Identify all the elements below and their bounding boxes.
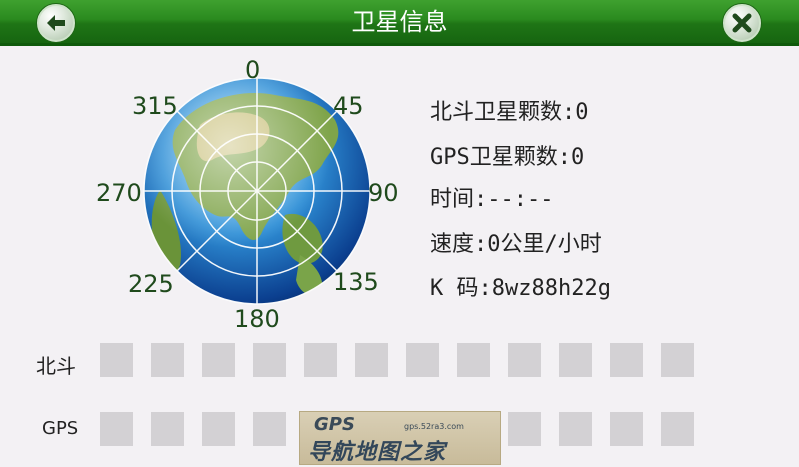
- gps-signal-slot: [100, 412, 133, 446]
- beidou-row-label: 北斗: [36, 354, 76, 378]
- time-readout: 时间:--:--: [430, 187, 554, 212]
- beidou-signal-slot: [406, 343, 439, 377]
- compass-label-135: 135: [333, 268, 379, 296]
- gps-satellite-count: GPS卫星颗数:0: [430, 145, 585, 170]
- gps-signal-slot: [253, 412, 286, 446]
- compass-label-90: 90: [368, 179, 399, 207]
- gps-row-label: GPS: [42, 418, 79, 439]
- gps-signal-slot: [610, 412, 643, 446]
- beidou-signal-slot: [559, 343, 592, 377]
- globe-graphic: [143, 77, 371, 305]
- gps-signal-slot: [559, 412, 592, 446]
- compass-label-0: 0: [245, 56, 261, 84]
- compass-label-270: 270: [96, 179, 142, 207]
- k-code-readout: K 码:8wz88h22g: [430, 276, 611, 301]
- beidou-signal-slot: [151, 343, 184, 377]
- gps-signal-slot: [508, 412, 541, 446]
- beidou-signal-slot: [508, 343, 541, 377]
- watermark-name: 导航地图之家: [308, 440, 447, 465]
- compass-label-225: 225: [128, 270, 174, 298]
- speed-readout: 速度:0公里/小时: [430, 232, 602, 257]
- compass-label-180: 180: [234, 305, 280, 333]
- beidou-signal-slot: [202, 343, 235, 377]
- beidou-signal-slot: [253, 343, 286, 377]
- beidou-satellite-count: 北斗卫星颗数:0: [430, 100, 589, 125]
- beidou-signal-slot: [457, 343, 490, 377]
- watermark-url: gps.52ra3.com: [404, 422, 464, 431]
- satellite-sky-view: 0 45 90 135 180 225 270 315: [0, 0, 799, 467]
- compass-label-315: 315: [132, 92, 178, 120]
- beidou-signal-slot: [304, 343, 337, 377]
- watermark-logo: GPS gps.52ra3.com 导航地图之家: [299, 411, 501, 465]
- beidou-signal-slot: [355, 343, 388, 377]
- compass-label-45: 45: [333, 92, 364, 120]
- gps-signal-slot: [151, 412, 184, 446]
- beidou-signal-slot: [661, 343, 694, 377]
- gps-signal-slot: [661, 412, 694, 446]
- watermark-gps: GPS: [314, 414, 355, 435]
- beidou-signal-slot: [610, 343, 643, 377]
- beidou-signal-slot: [100, 343, 133, 377]
- gps-signal-slot: [202, 412, 235, 446]
